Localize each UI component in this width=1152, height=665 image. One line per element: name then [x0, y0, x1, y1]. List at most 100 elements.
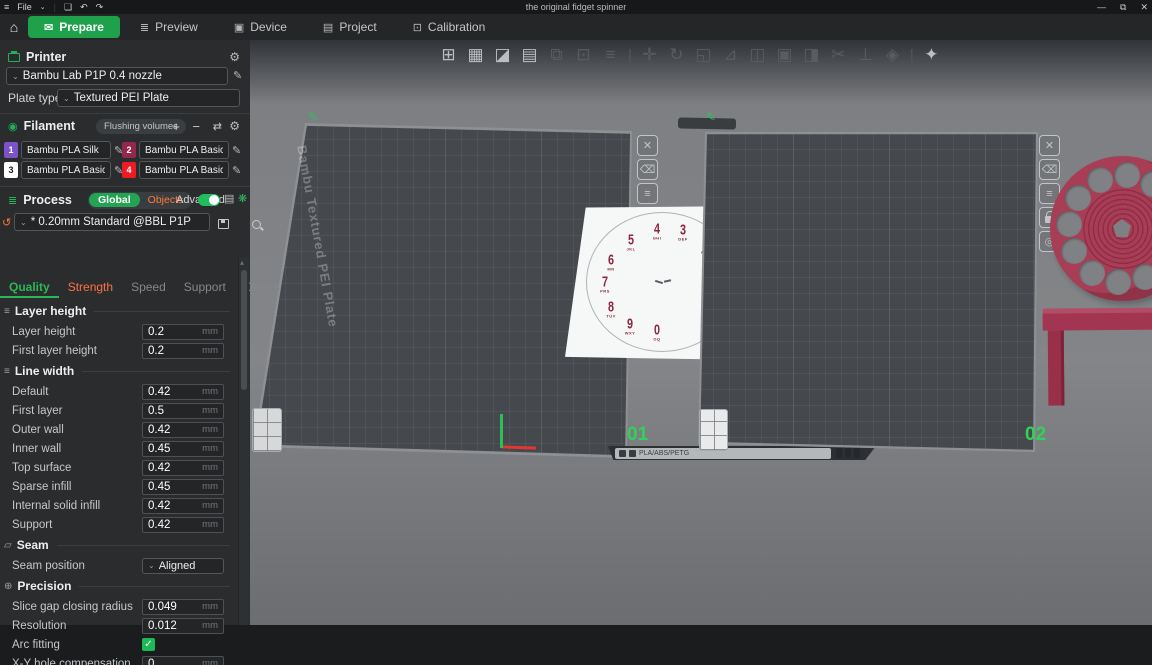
- setting-value: 0.012: [148, 620, 202, 632]
- divider: [0, 186, 250, 187]
- setting-label: First layer: [12, 405, 142, 417]
- filament-select[interactable]: Bambu PLA Basic @B...: [21, 161, 111, 179]
- finger-hole: [1061, 238, 1087, 264]
- object-rotary-dial[interactable]: [1050, 156, 1152, 301]
- scrollbar-thumb[interactable]: [241, 270, 247, 390]
- tab-label: Project: [339, 20, 376, 34]
- setting-input[interactable]: 0.42mm: [142, 498, 224, 514]
- dial-number-4: 4GHI: [653, 222, 662, 241]
- setting-tab-speed[interactable]: Speed: [122, 278, 175, 298]
- divider: [0, 113, 250, 114]
- home-button[interactable]: ⌂: [2, 16, 26, 38]
- setting-input[interactable]: 0.012mm: [142, 618, 224, 634]
- setting-unit: mm: [202, 481, 218, 492]
- undo-icon[interactable]: ↶: [80, 2, 88, 13]
- compare-presets-icon[interactable]: ❋: [238, 192, 247, 205]
- chevron-down-icon: ⌄: [148, 561, 155, 570]
- viewport-3d[interactable]: ⊞▦◪▤⧉⊡≡|✛↻◱⊿◫▣◨✂⊥◈|✦ Bambu Textured PEI …: [250, 40, 1152, 625]
- filament-color-swatch[interactable]: 4: [122, 162, 136, 178]
- filament-icon: ◉: [8, 120, 18, 133]
- plate-name-icon[interactable]: ≡: [637, 183, 658, 204]
- plate-1-edit-name-icon[interactable]: ✎: [308, 110, 318, 124]
- filament-color-swatch[interactable]: 2: [122, 142, 136, 158]
- setting-input[interactable]: 0.049mm: [142, 599, 224, 615]
- tab-device[interactable]: ▣Device: [218, 16, 303, 38]
- setting-value: 0.049: [148, 601, 202, 613]
- edit-filament-icon[interactable]: ✎: [232, 164, 241, 177]
- filament-color-swatch[interactable]: 3: [4, 162, 18, 178]
- setting-input[interactable]: 0.42mm: [142, 460, 224, 476]
- delete-plate-icon[interactable]: ✕: [637, 135, 658, 156]
- filament-select[interactable]: Bambu PLA Silk: [21, 141, 111, 159]
- seam-position-select[interactable]: ⌄Aligned: [142, 558, 224, 574]
- settings-scrollbar[interactable]: ▴: [238, 258, 249, 625]
- printer-settings-gear-icon[interactable]: ⚙: [229, 50, 240, 64]
- search-settings-icon[interactable]: [252, 220, 261, 229]
- reset-preset-icon[interactable]: ↺: [2, 216, 11, 229]
- setting-input[interactable]: 0.45mm: [142, 479, 224, 495]
- hamburger-menu-icon[interactable]: ≡: [4, 2, 9, 12]
- filament-select[interactable]: Bambu PLA Basic @B...: [139, 161, 229, 179]
- scroll-up-arrow-icon[interactable]: ▴: [240, 258, 244, 267]
- tab-prepare[interactable]: ✉Prepare: [28, 16, 120, 38]
- setting-tab-strength[interactable]: Strength: [59, 278, 122, 298]
- printer-select[interactable]: ⌄ Bambu Lab P1P 0.4 nozzle: [6, 67, 228, 85]
- plate-2-edit-name-icon[interactable]: ✎: [706, 110, 716, 124]
- setting-tab-quality[interactable]: Quality: [0, 278, 59, 298]
- delete-plate-icon[interactable]: ✕: [1039, 135, 1060, 156]
- file-menu-chevron-icon[interactable]: ⌄: [40, 3, 46, 11]
- setting-select[interactable]: ⌄Aligned: [142, 558, 224, 574]
- arc-fitting-checkbox[interactable]: ✓: [142, 638, 155, 651]
- tab-preview[interactable]: ≣Preview: [124, 16, 214, 38]
- dial-digit: 5: [628, 233, 635, 248]
- save-preset-icon[interactable]: [218, 219, 229, 229]
- global-toggle[interactable]: Global: [89, 193, 140, 207]
- redo-icon[interactable]: ↷: [96, 2, 104, 13]
- setting-group-line: [79, 586, 230, 587]
- chevron-down-icon: ⌄: [63, 94, 70, 103]
- parameter-table-icon[interactable]: ▤: [224, 192, 234, 205]
- setting-row: X-Y hole compensation0mm: [0, 654, 236, 665]
- tab-project[interactable]: ▤ Project: [307, 16, 393, 38]
- edit-filament-icon[interactable]: ✎: [232, 144, 241, 157]
- remove-filament-button[interactable]: −: [192, 119, 200, 134]
- setting-input[interactable]: 0.42mm: [142, 384, 224, 400]
- filament-color-swatch[interactable]: 1: [4, 142, 18, 158]
- add-filament-button[interactable]: +: [172, 119, 180, 134]
- restore-button[interactable]: ⧉: [1120, 2, 1126, 13]
- clean-plate-icon[interactable]: ⌫: [637, 159, 658, 180]
- filament-settings-gear-icon[interactable]: ⚙: [229, 119, 240, 133]
- file-menu[interactable]: File: [17, 2, 32, 12]
- arrange-icon[interactable]: ▤: [516, 42, 543, 68]
- close-button[interactable]: ✕: [1140, 2, 1148, 13]
- add-plate-icon[interactable]: ▦: [462, 42, 489, 68]
- edit-printer-icon[interactable]: ✎: [233, 69, 242, 82]
- auto-orient-icon[interactable]: ◪: [489, 42, 516, 68]
- setting-tab-support[interactable]: Support: [175, 278, 235, 298]
- advanced-toggle[interactable]: [198, 194, 220, 206]
- setting-input[interactable]: 0.42mm: [142, 517, 224, 533]
- setting-input[interactable]: 0.45mm: [142, 441, 224, 457]
- build-plate-2[interactable]: [697, 128, 1041, 454]
- setting-input[interactable]: 0mm: [142, 656, 224, 665]
- setting-input[interactable]: 0.2mm: [142, 324, 224, 340]
- new-project-icon[interactable]: ❏: [64, 2, 72, 13]
- add-object-icon[interactable]: ⊞: [435, 42, 462, 68]
- filament-select[interactable]: Bambu PLA Basic @B...: [139, 141, 229, 159]
- setting-input[interactable]: 0.42mm: [142, 422, 224, 438]
- process-preset-select[interactable]: ⌄ * 0.20mm Standard @BBL P1P: [14, 213, 210, 231]
- setting-input[interactable]: 0.5mm: [142, 403, 224, 419]
- setting-input[interactable]: 0.2mm: [142, 343, 224, 359]
- move-icon: ✛: [636, 42, 663, 68]
- clean-plate-icon[interactable]: ⌫: [1039, 159, 1060, 180]
- plate-type-select[interactable]: ⌄ Textured PEI Plate: [57, 89, 240, 107]
- setting-group-line: [94, 311, 230, 312]
- tab-calibration[interactable]: ⊡Calibration: [397, 16, 502, 38]
- minimize-button[interactable]: —: [1097, 2, 1106, 12]
- setting-value: 0.45: [148, 443, 202, 455]
- project-icon: ▤: [323, 21, 333, 34]
- layers-icon: ≡: [597, 42, 624, 68]
- ams-sync-icon[interactable]: ⇄: [213, 120, 222, 133]
- assembly-view-icon[interactable]: ✦: [918, 42, 945, 68]
- object-bracket-stand[interactable]: [1043, 307, 1152, 410]
